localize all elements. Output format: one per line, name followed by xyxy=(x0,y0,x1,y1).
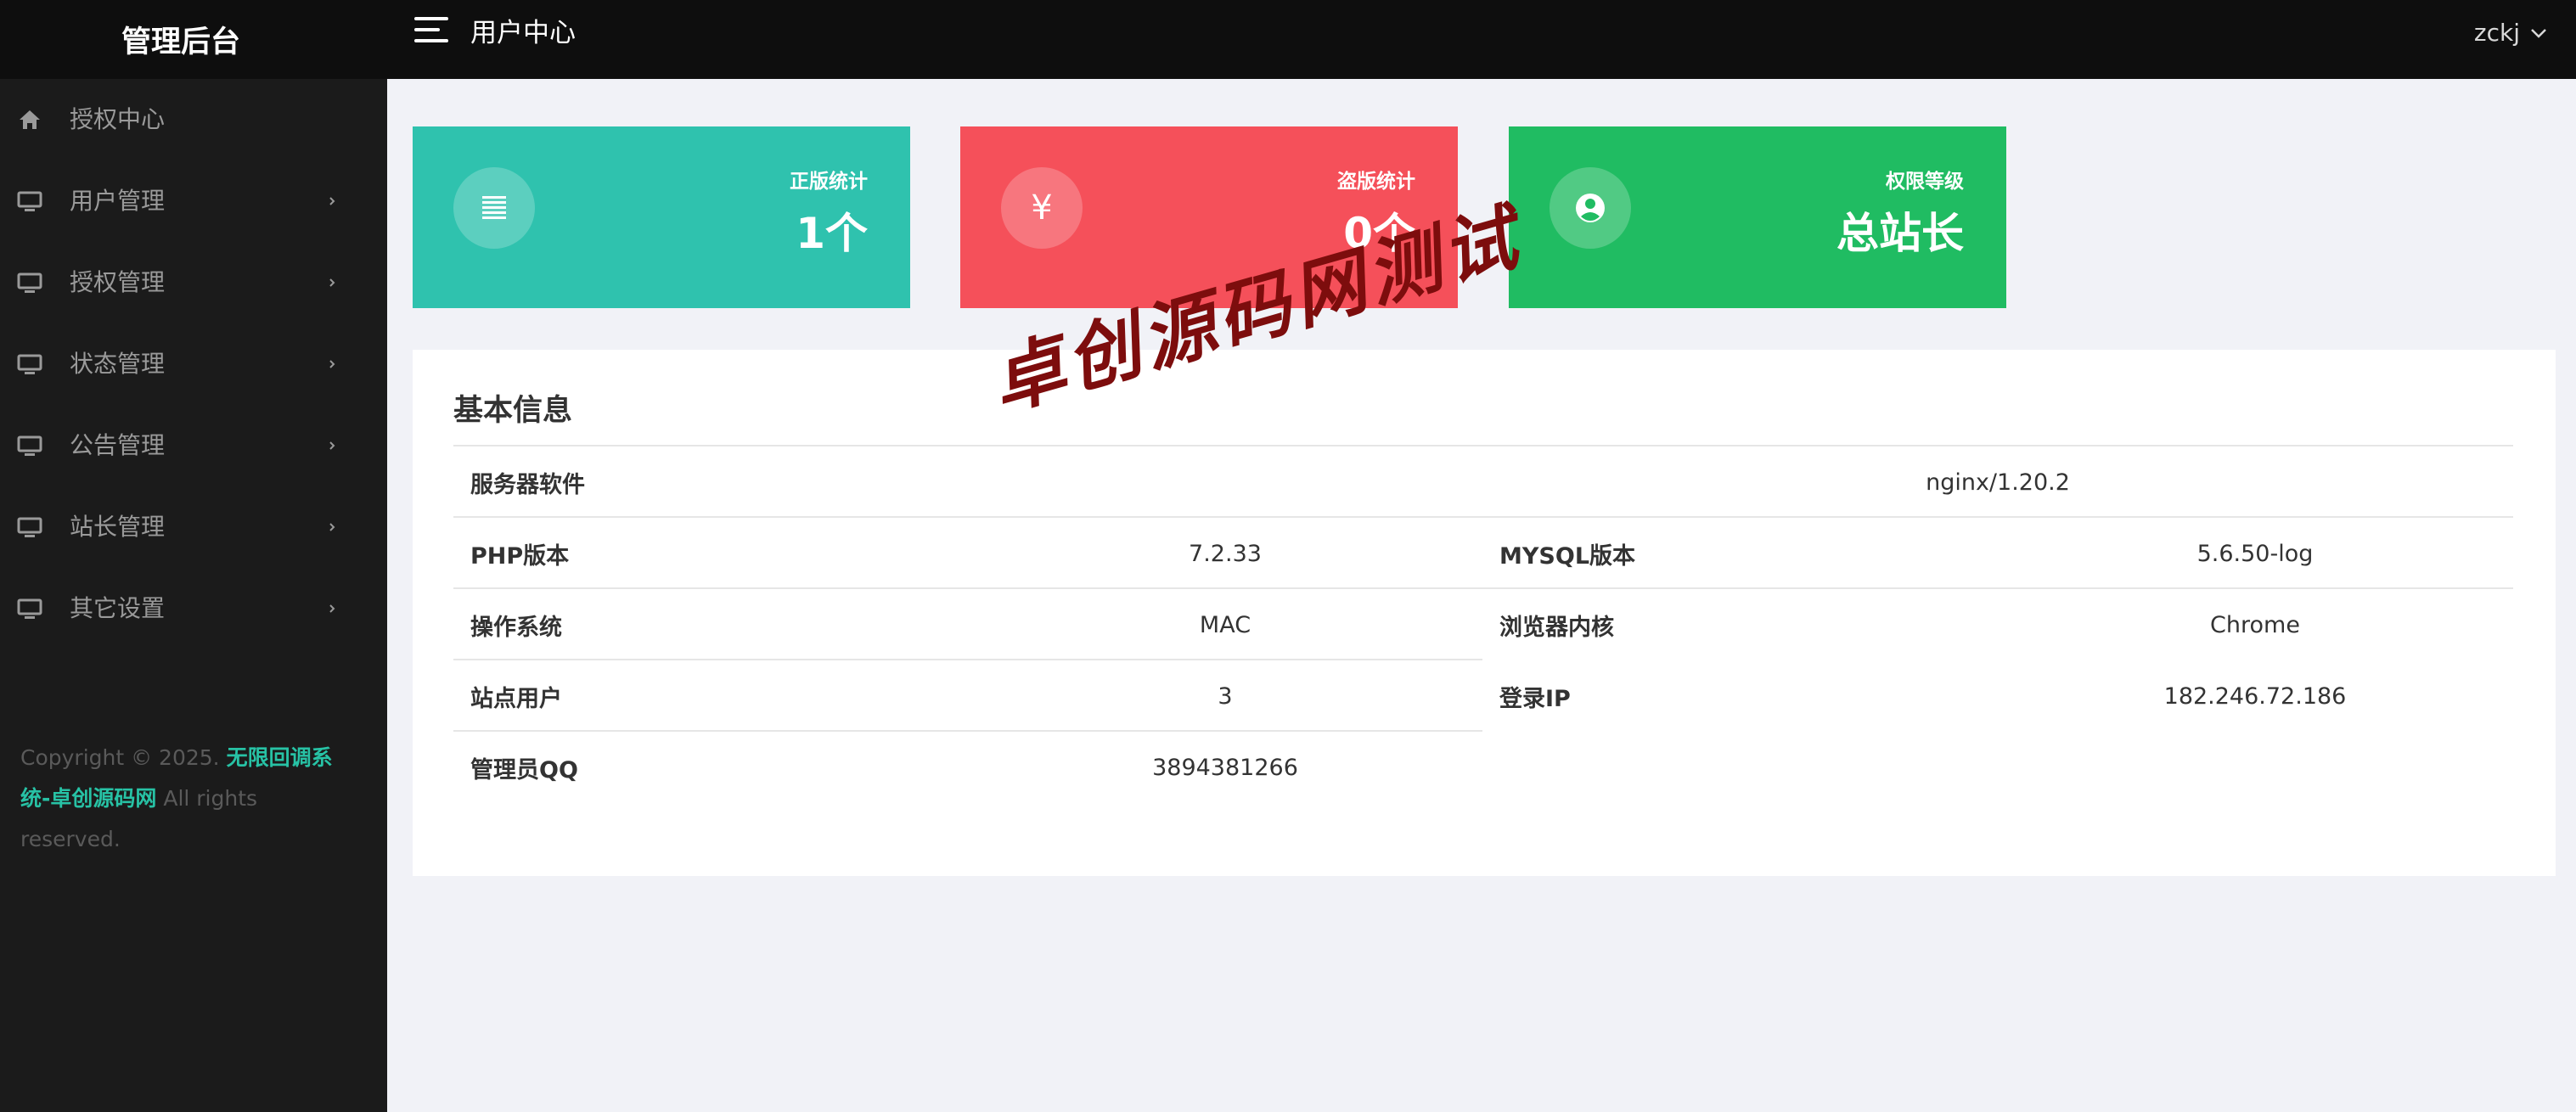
monitor-icon xyxy=(17,188,42,214)
user-circle-icon xyxy=(1550,167,1631,249)
sidebar-item-label: 用户管理 xyxy=(70,187,166,215)
stat-label: 正版统计 xyxy=(790,171,868,193)
copyright-text: Copyright © 2025. 无限回调系统-卓创源码网 All right… xyxy=(20,745,333,851)
table-row: 浏览器内核 Chrome xyxy=(1482,587,2513,659)
table-row: 站点用户 3 xyxy=(453,659,1482,730)
table-row: PHP版本 7.2.33 xyxy=(453,516,1482,587)
panel-title: 基本信息 xyxy=(453,394,573,428)
sidebar-item-webmaster-management[interactable]: 站长管理 xyxy=(0,486,387,568)
table-row: 服务器软件 nginx/1.20.2 xyxy=(453,445,2513,516)
stat-label: 权限等级 xyxy=(1886,171,1964,193)
home-icon xyxy=(17,107,42,132)
monitor-icon xyxy=(17,351,42,377)
sidebar-item-label: 授权管理 xyxy=(70,268,166,296)
sidebar: 授权中心 用户管理 授权管理 状态管理 公告管理 站长管理 其它设置 Copyr… xyxy=(0,79,387,1112)
top-header: 管理后台 用户中心 zckj xyxy=(0,0,2576,79)
sidebar-item-label: 状态管理 xyxy=(70,350,166,378)
list-icon xyxy=(453,167,535,249)
chevron-right-icon xyxy=(329,604,335,613)
monitor-icon xyxy=(17,433,42,458)
sidebar-item-label: 其它设置 xyxy=(70,594,166,622)
sidebar-item-status-management[interactable]: 状态管理 xyxy=(0,323,387,405)
table-row: MYSQL版本 5.6.50-log xyxy=(1482,516,2513,587)
sidebar-item-announcement-management[interactable]: 公告管理 xyxy=(0,405,387,486)
sidebar-item-label: 授权中心 xyxy=(70,105,166,133)
sidebar-item-label: 站长管理 xyxy=(70,513,166,541)
chevron-right-icon xyxy=(329,523,335,531)
chevron-right-icon xyxy=(329,441,335,450)
user-menu[interactable]: zckj xyxy=(2474,17,2547,49)
sidebar-item-user-management[interactable]: 用户管理 xyxy=(0,160,387,242)
table-row: 管理员QQ 3894381266 xyxy=(453,730,1482,801)
chevron-right-icon xyxy=(329,278,335,287)
sidebar-item-other-settings[interactable]: 其它设置 xyxy=(0,568,387,649)
stat-card-permission-level: 权限等级 总站长 xyxy=(1509,126,2006,308)
monitor-icon xyxy=(17,270,42,295)
table-row: 登录IP 182.246.72.186 xyxy=(1499,682,2347,712)
chevron-down-icon xyxy=(2531,29,2546,38)
monitor-icon xyxy=(17,514,42,540)
page-title: 用户中心 xyxy=(470,18,576,48)
stat-value: 总站长 xyxy=(1836,209,1964,258)
brand-title: 管理后台 xyxy=(121,25,240,59)
chevron-right-icon xyxy=(329,197,335,205)
table-row: 操作系统 MAC xyxy=(453,587,1482,659)
stat-value: 1个 xyxy=(796,209,868,258)
chevron-right-icon xyxy=(329,360,335,368)
menu-toggle-button[interactable] xyxy=(414,17,455,51)
basic-info-panel: 基本信息 服务器软件 nginx/1.20.2 PHP版本 7.2.33 MYS… xyxy=(413,350,2556,876)
monitor-icon xyxy=(17,596,42,621)
stat-card-genuine: 正版统计 1个 xyxy=(413,126,910,308)
yen-icon: ¥ xyxy=(1001,167,1083,249)
username: zckj xyxy=(2473,19,2520,47)
sidebar-item-license-management[interactable]: 授权管理 xyxy=(0,242,387,323)
stat-label: 盗版统计 xyxy=(1337,171,1415,193)
sidebar-item-label: 公告管理 xyxy=(70,431,166,459)
sidebar-item-auth-center[interactable]: 授权中心 xyxy=(0,79,387,160)
hamburger-icon xyxy=(414,17,448,20)
